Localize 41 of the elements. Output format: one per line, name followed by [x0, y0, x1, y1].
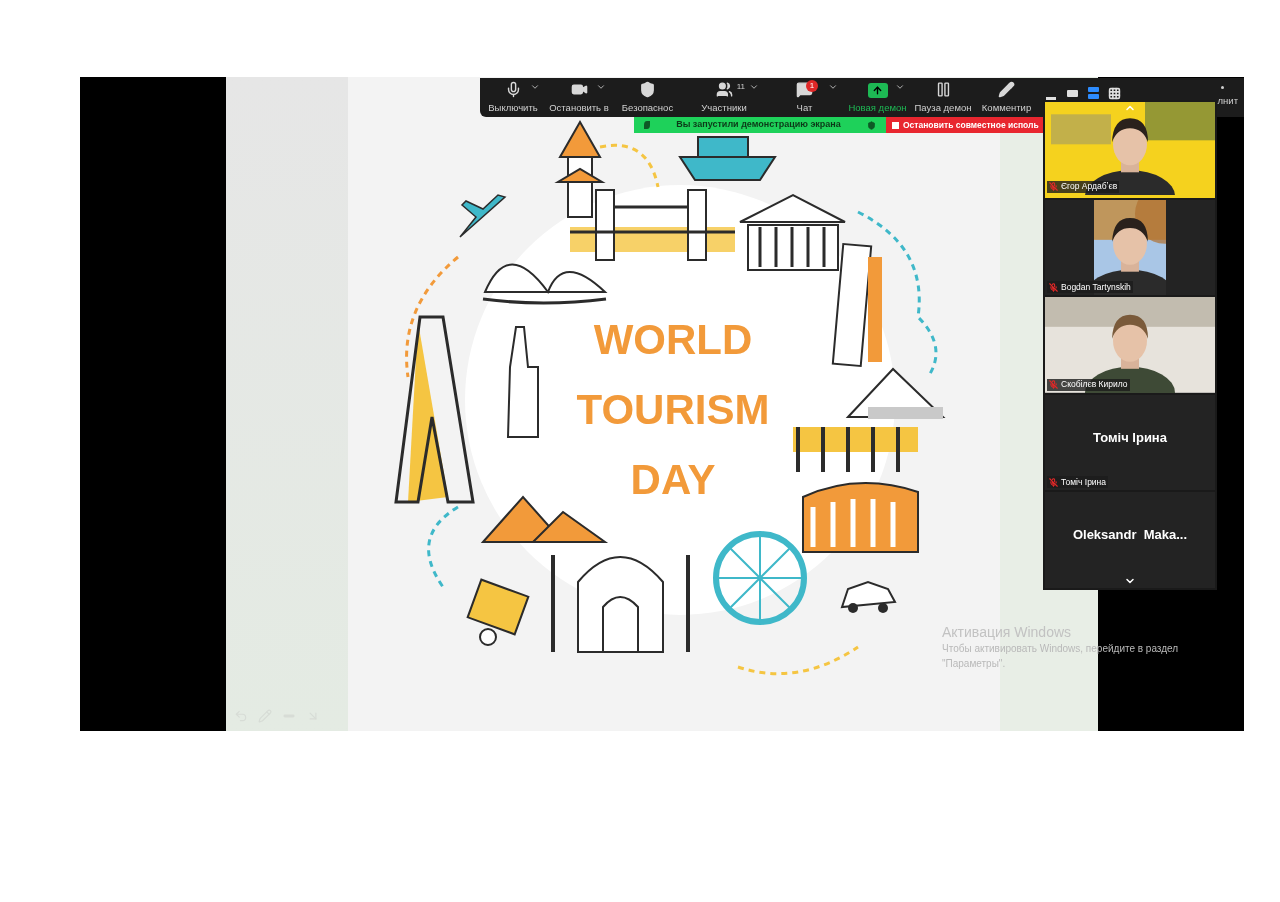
participant-tile[interactable]: Томіч Ірина Томіч Ірина — [1045, 394, 1215, 491]
toolbar-button[interactable]: Участники 11 — [683, 78, 765, 117]
caret-icon[interactable] — [749, 82, 759, 92]
toolbar-button[interactable]: Комментир — [975, 78, 1038, 117]
caret-icon[interactable] — [596, 82, 606, 92]
toolbar-button[interactable]: Новая демон — [844, 78, 911, 117]
leaf-icon — [644, 121, 650, 129]
car-drawing — [840, 580, 897, 613]
name-label: Томіч Ірина — [1047, 476, 1109, 489]
caret-icon[interactable] — [828, 82, 838, 92]
participant-tile[interactable]: Oleksandr Maka... — [1045, 492, 1215, 588]
people-icon — [715, 80, 733, 98]
gallery-view-button[interactable] — [1107, 86, 1121, 100]
slide-title: TOURISM — [576, 385, 770, 435]
activation-text: "Параметры". — [942, 657, 1007, 671]
toolbar-button[interactable]: Чат 1 — [765, 78, 844, 117]
toolbar-button[interactable]: Выключить — [480, 78, 546, 117]
stop-share-button[interactable]: Остановить совместное исполь — [886, 117, 1043, 133]
dashed-line — [599, 143, 660, 188]
participant-count: 11 — [736, 81, 745, 93]
toolbar-button[interactable]: Остановить в — [546, 78, 612, 117]
stop-icon — [892, 121, 899, 129]
caret-icon[interactable] — [895, 82, 905, 92]
shield-icon — [867, 120, 876, 130]
toolbar-button[interactable]: Безопаснос — [612, 78, 683, 117]
participant-name: Томіч Ірина — [1093, 428, 1167, 447]
shield-icon — [639, 80, 656, 98]
speaker-view-button[interactable] — [1086, 86, 1100, 100]
pencil-icon — [998, 80, 1015, 98]
share-icon — [867, 82, 888, 98]
slide-title: WORLD — [593, 315, 753, 365]
participant-name: Oleksandr Maka... — [1072, 526, 1188, 545]
airplane-icon — [459, 194, 507, 238]
toolbar-button[interactable]: Пауза демон — [911, 78, 975, 117]
participant-tile[interactable]: Скобілєв Кирило — [1045, 297, 1215, 393]
notification-badge: 1 — [806, 80, 818, 92]
caret-icon[interactable] — [530, 82, 540, 92]
slide-title: DAY — [630, 455, 716, 505]
banner-message: Вы запустили демонстрацию экрана — [676, 118, 841, 132]
participant-tile[interactable]: Єгор Ардабʼєв — [1045, 102, 1215, 198]
toolbar-label[interactable]: лнит — [1217, 94, 1238, 109]
